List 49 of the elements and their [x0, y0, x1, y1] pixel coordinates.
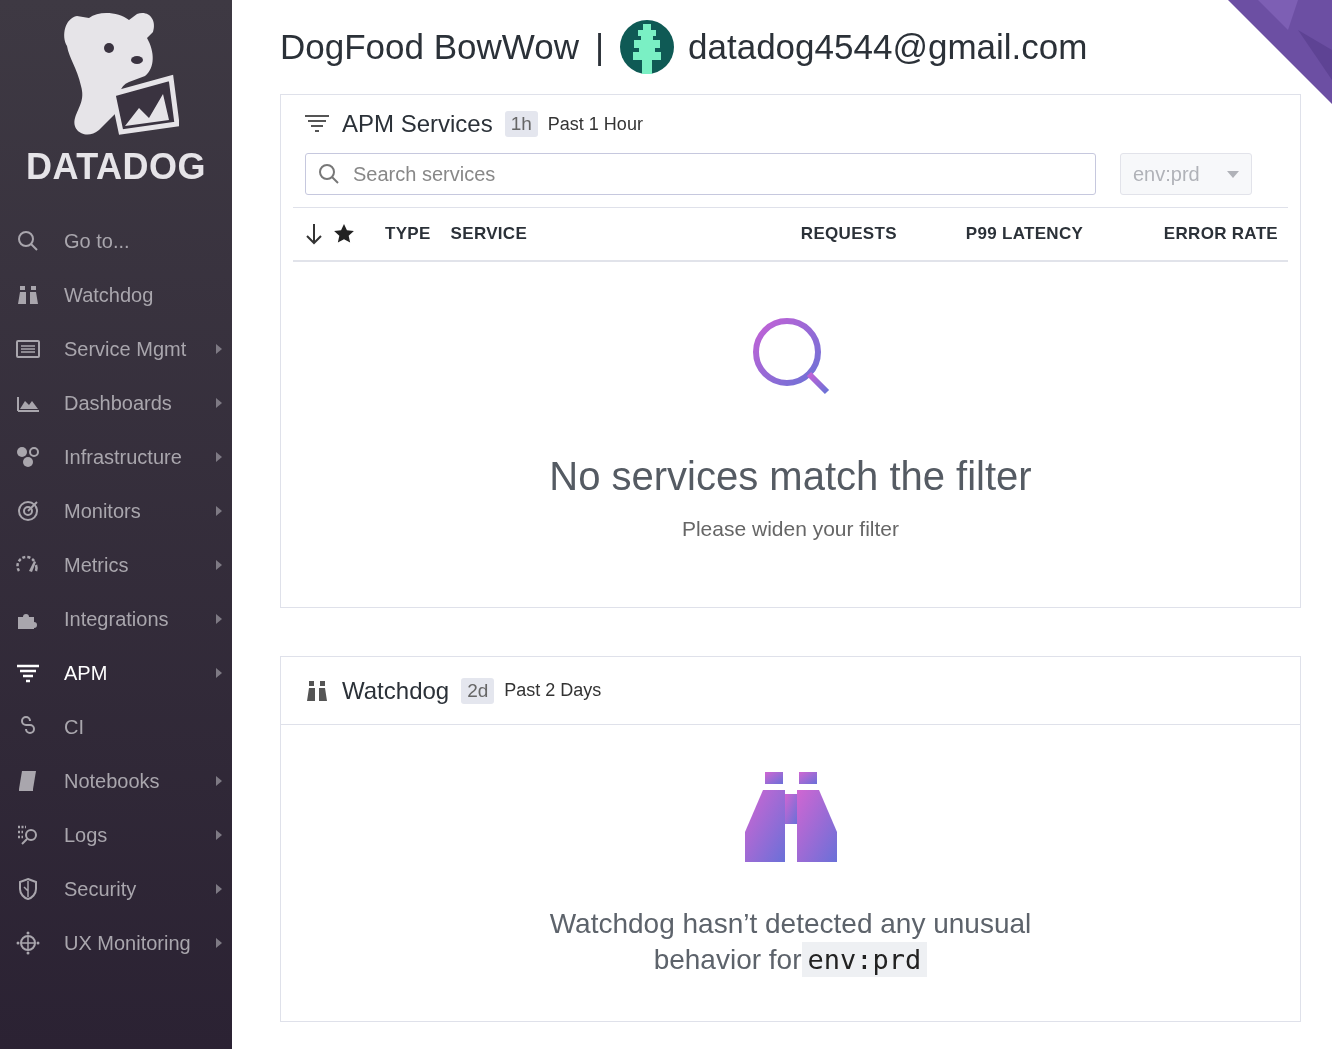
logo-wordmark: DATADOG	[25, 146, 207, 188]
binoculars-icon	[744, 772, 837, 864]
nav-item[interactable]: Monitors	[0, 484, 232, 538]
nav-item[interactable]: Go to...	[0, 214, 232, 268]
nav-item[interactable]: Dashboards	[0, 376, 232, 430]
shield-icon	[16, 877, 40, 901]
nav-item[interactable]: Security	[0, 862, 232, 916]
column-header[interactable]: TYPE	[385, 224, 431, 244]
list-icon	[16, 337, 40, 361]
logs-icon	[16, 823, 40, 847]
panel-title: APM Services	[342, 110, 493, 138]
target-icon	[16, 499, 40, 523]
nav-item[interactable]: Logs	[0, 808, 232, 862]
search-icon	[16, 229, 40, 253]
nav-item[interactable]: Integrations	[0, 592, 232, 646]
binoculars-icon	[16, 283, 40, 307]
caret-icon	[1227, 170, 1239, 178]
circles-icon	[16, 445, 40, 469]
user-email: datadog4544@gmail.com	[688, 27, 1088, 67]
column-header[interactable]: P99 LATENCY	[965, 224, 1154, 244]
nav-item[interactable]: UX Monitoring	[0, 916, 232, 970]
search-field[interactable]: Search services	[305, 153, 1096, 195]
watchdog-message: Watchdog hasn’t detected any unusual behavior for env:prd	[548, 907, 1033, 978]
time-range-label: Past 2 Days	[504, 680, 602, 701]
filter-icon	[304, 113, 330, 135]
sort-arrow-icon[interactable]	[305, 223, 323, 245]
nav-item[interactable]: Metrics	[0, 538, 232, 592]
binoculars-icon	[304, 678, 330, 703]
nav-item[interactable]: Notebooks	[0, 754, 232, 808]
nav-item[interactable]: Infrastructure	[0, 430, 232, 484]
nav-item[interactable]: CI	[0, 700, 232, 754]
search-icon	[318, 163, 340, 185]
column-header[interactable]: ERROR RATE	[1163, 224, 1278, 244]
time-badge: 1h	[504, 111, 538, 137]
column-header[interactable]: REQUESTS	[800, 224, 956, 244]
empty-state-title: No services match the filter	[549, 454, 1032, 499]
column-header[interactable]: SERVICE	[450, 224, 791, 244]
separator: |	[594, 27, 605, 67]
nav-item[interactable]: Service Mgmt	[0, 322, 232, 376]
time-range-label: Past 1 Hour	[547, 113, 643, 135]
panel-title: Watchdog	[342, 676, 450, 705]
search-icon	[750, 316, 831, 396]
star-icon[interactable]	[333, 223, 355, 245]
avatar-icon	[620, 20, 675, 74]
nav-item[interactable]: Watchdog	[0, 268, 232, 322]
time-badge: 2d	[461, 677, 495, 704]
org-name: DogFood BowWow	[280, 27, 579, 67]
nav-item[interactable]: APM	[0, 646, 232, 700]
empty-state-hint: Please widen your filter	[681, 517, 900, 541]
